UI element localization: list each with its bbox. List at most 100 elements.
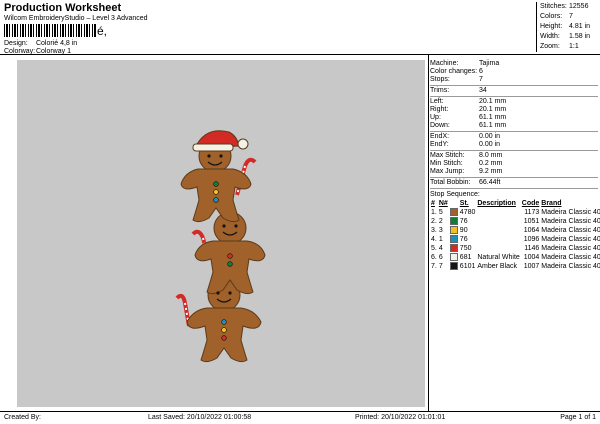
thread-description: Amber Black	[477, 263, 518, 270]
needle-number: 3	[438, 227, 443, 234]
thread-brand: Madeira Classic 40	[541, 209, 600, 216]
info-value: 7	[479, 76, 483, 83]
thread-brand: Madeira Classic 40	[541, 227, 600, 234]
barcode: é,	[4, 24, 124, 37]
info-value: 20.1 mm	[479, 98, 507, 105]
info-value: 0.2 mm	[479, 160, 503, 167]
thread-code: 1173	[524, 209, 540, 216]
table-row: 6. 6 681 Natural White 1004 Madeira Classic 4…	[430, 253, 600, 262]
stat-value: 7	[569, 13, 573, 20]
thread-swatch	[449, 226, 459, 235]
info-row: EndX: 0.00 in	[430, 133, 598, 141]
footer: Created By: Last Saved: 20/10/2022 01:00…	[0, 411, 600, 424]
thread-description	[476, 235, 520, 244]
info-row: Machine: Tajima	[430, 60, 598, 68]
table-row: 2. 2 76 1051 Madeira Classic 40	[430, 217, 600, 226]
needle-number: 6	[438, 254, 443, 261]
info-value: 9.2 mm	[479, 168, 503, 175]
created-by: Created By:	[4, 414, 41, 421]
stat-row: Stitches: 12556	[540, 2, 596, 12]
thread-number: 76	[459, 236, 468, 243]
thread-number: 90	[459, 227, 468, 234]
thread-swatch	[449, 217, 459, 226]
design-row: Design: Colorié 4,8 in	[4, 40, 77, 47]
needle-number: 4	[438, 245, 443, 252]
info-label: Down:	[430, 122, 450, 129]
stat-row: Width: 1.58 in	[540, 32, 596, 42]
stat-label: Stitches:	[540, 3, 567, 10]
table-row: 4. 1 76 1096 Madeira Classic 40	[430, 235, 600, 244]
needle-number: 5	[438, 209, 443, 216]
column-header: Description	[477, 200, 516, 207]
thread-number: 750	[459, 245, 472, 252]
stat-value: 4.81 in	[569, 23, 591, 30]
info-row: Down: 61.1 mm	[430, 122, 598, 130]
info-label: Max Stitch:	[430, 152, 465, 159]
info-label: Trims:	[430, 87, 450, 94]
thread-code: 1096	[523, 236, 540, 243]
info-label: Color changes:	[430, 68, 478, 75]
thread-brand: Madeira Classic 40	[541, 254, 600, 261]
info-label: Up:	[430, 114, 441, 121]
thread-brand: Madeira Classic 40	[541, 263, 600, 270]
stat-label: Height:	[540, 23, 563, 30]
thread-description	[476, 217, 520, 226]
stat-label: Colors:	[540, 13, 563, 20]
info-row: Color changes: 6	[430, 68, 598, 76]
thread-code: 1004	[523, 254, 540, 261]
thread-brand: Madeira Classic 40	[541, 245, 600, 252]
thread-description: Natural White	[477, 254, 520, 261]
info-row: Total Bobbin: 66.44ft	[430, 179, 598, 187]
thread-swatch	[449, 208, 459, 217]
divider	[430, 150, 598, 151]
stop-sequence-table: # N# St. Description Code Brand 1. 5 4780 1173 Ma…	[430, 199, 600, 271]
thread-swatch	[449, 244, 459, 253]
divider	[430, 131, 598, 132]
barcode-bars	[4, 24, 96, 37]
divider	[428, 54, 429, 411]
table-row: 3. 3 90 1064 Madeira Classic 40	[430, 226, 600, 235]
info-label: Right:	[430, 106, 449, 113]
stat-row: Colors: 7	[540, 12, 596, 22]
info-row: Trims: 34	[430, 87, 598, 95]
gingerbread-stack-image	[175, 130, 266, 363]
info-row: Right: 20.1 mm	[430, 106, 598, 114]
info-label: Machine:	[430, 60, 459, 67]
info-label: EndX:	[430, 133, 450, 140]
info-row: EndY: 0.00 in	[430, 141, 598, 149]
last-saved: Last Saved: 20/10/2022 01:00:58	[148, 414, 252, 421]
design-label: Design:	[4, 40, 28, 47]
info-row: Stops: 7	[430, 76, 598, 84]
machine-info-panel: Machine: Tajima Color changes: 6 Stops: 7 Trim…	[430, 60, 600, 271]
table-row: 1. 5 4780 1173 Madeira Classic 40	[430, 208, 600, 217]
thread-brand: Madeira Classic 40	[541, 218, 600, 225]
needle-number: 1	[438, 236, 443, 243]
info-value: 20.1 mm	[479, 106, 507, 113]
stats-panel: Stitches: 12556 Colors: 7 Height: 4.81 in Widt…	[536, 2, 596, 52]
machine-info-list: Machine: Tajima Color changes: 6 Stops: 7 Trim…	[430, 60, 598, 187]
thread-code: 1146	[524, 245, 540, 252]
needle-number: 2	[438, 218, 443, 225]
info-row: Left: 20.1 mm	[430, 98, 598, 106]
design-value: Colorié 4,8 in	[35, 40, 78, 47]
column-header	[449, 199, 459, 208]
info-value: 61.1 mm	[479, 114, 507, 121]
thread-number: 76	[459, 218, 468, 225]
thread-swatch	[449, 262, 459, 271]
divider	[430, 177, 598, 178]
info-label: Stops:	[430, 76, 450, 83]
column-header: Brand	[541, 200, 562, 207]
stat-label: Zoom:	[540, 43, 560, 50]
info-label: Total Bobbin:	[430, 179, 471, 186]
row-index: 4.	[431, 236, 437, 243]
thread-swatch	[449, 235, 459, 244]
info-label: Min Stitch:	[430, 160, 463, 167]
thread-description	[476, 208, 520, 217]
info-value: 8.0 mm	[479, 152, 503, 159]
barcode-tail: é,	[97, 24, 108, 38]
thread-code: 1007	[523, 263, 540, 270]
info-value: 6	[479, 68, 483, 75]
column-header: #	[431, 200, 435, 207]
stat-value: 1:1	[569, 43, 579, 50]
thread-number: 4780	[459, 209, 476, 216]
